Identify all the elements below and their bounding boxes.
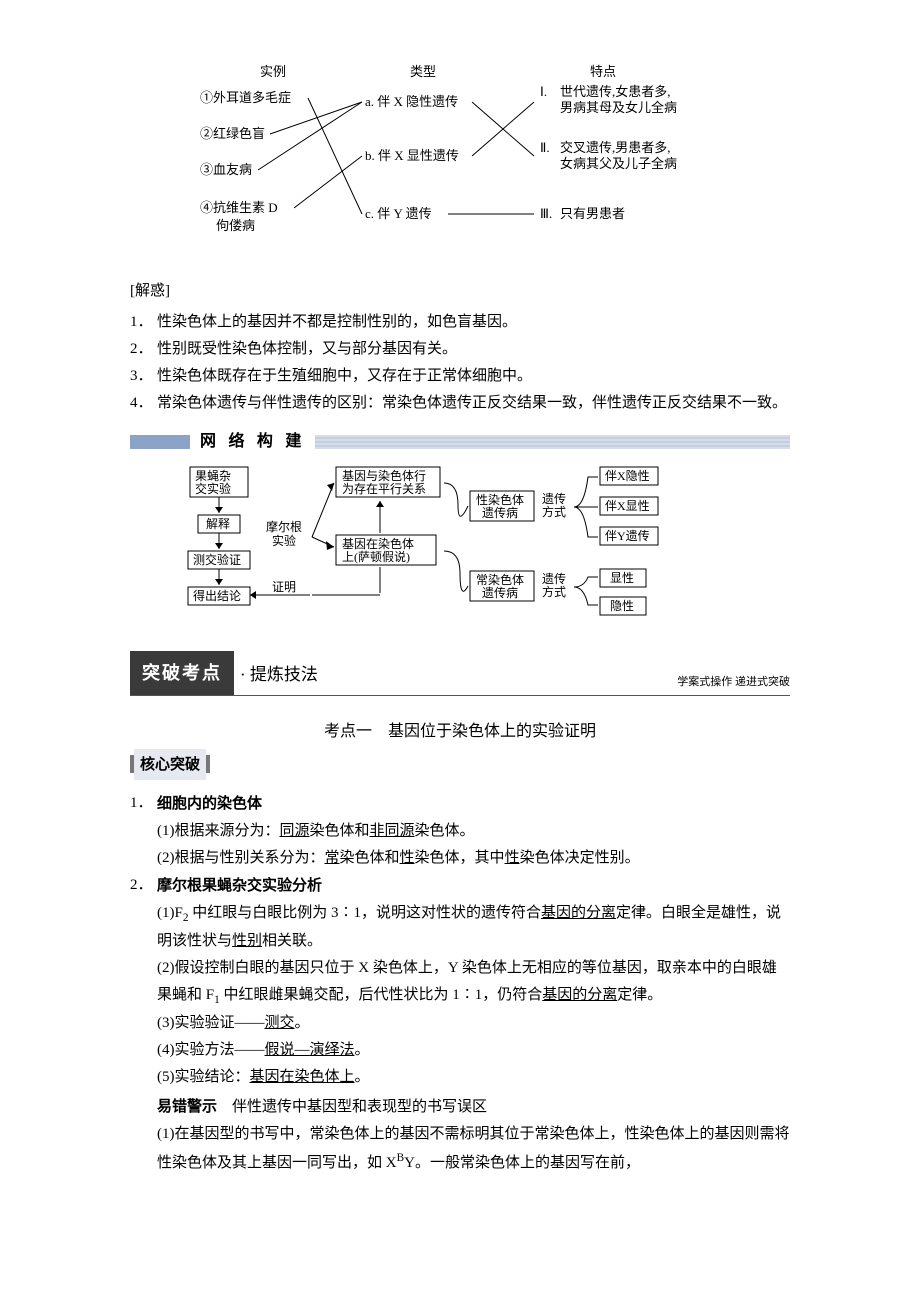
svg-text:摩尔根: 摩尔根 (266, 519, 302, 534)
d1-ex-3: ③血友病 (200, 162, 252, 177)
svg-text:显性: 显性 (610, 571, 634, 585)
svg-text:上(萨顿假说): 上(萨顿假说) (342, 549, 410, 564)
jiehu-1: 性染色体上的基因并不都是控制性别的，如色盲基因。 (157, 309, 790, 336)
svg-text:实验: 实验 (272, 533, 296, 548)
svg-text:解释: 解释 (206, 517, 230, 531)
svg-text:遗传: 遗传 (542, 491, 566, 506)
svg-text:证明: 证明 (272, 580, 296, 594)
svg-text:方式: 方式 (542, 584, 566, 599)
jiehu-list: 1．性染色体上的基因并不都是控制性别的，如色盲基因。 2．性别既受性染色体控制，… (130, 309, 790, 417)
svg-text:方式: 方式 (542, 504, 566, 519)
yicuo-block: 易错警示 伴性遗传中基因型和表现型的书写误区 (1)在基因型的书写中，常染色体上… (130, 1093, 790, 1177)
yicuo-1: (1)在基因型的书写中，常染色体上的基因不需标明其位于常染色体上，性染色体上的基… (157, 1121, 790, 1177)
svg-text:性染色体: 性染色体 (476, 492, 524, 507)
svg-text:遗传病: 遗传病 (482, 505, 518, 520)
p2-4: (4)实验方法——假说—演绎法。 (157, 1037, 790, 1064)
svg-text:遗传: 遗传 (542, 571, 566, 586)
p1-1: (1)根据来源分为：同源染色体和非同源染色体。 (157, 818, 790, 845)
jiehu-label: [解惑] (130, 278, 790, 305)
p2-1: (1)F2 中红眼与白眼比例为 3∶1，说明这对性状的遗传符合基因的分离定律。白… (157, 900, 790, 955)
p2-title: 摩尔根果蝇杂交实验分析 (157, 877, 322, 894)
diagram-examples-types-features: .t { font-family: "SimSun",serif; font-s… (200, 60, 720, 260)
d1-type-a: a. 伴 X 隐性遗传 (365, 94, 458, 109)
svg-text:伴X显性: 伴X显性 (605, 499, 650, 513)
d1-type-c: c. 伴 Y 遗传 (365, 206, 432, 221)
jiehu-2: 性别既受性染色体控制，又与部分基因有关。 (157, 336, 790, 363)
d1-feat-3p: Ⅲ. (540, 206, 552, 221)
dark-title: 突破考点 (130, 651, 234, 695)
p2-5: (5)实验结论：基因在染色体上。 (157, 1064, 790, 1091)
section-trail-icon (315, 435, 790, 449)
dark-right-note: 学案式操作 递进式突破 (677, 673, 790, 693)
yicuo-title: 伴性遗传中基因型和表现型的书写误区 (217, 1099, 487, 1115)
d1-feat-1b: 男病其母及女儿全病 (560, 100, 677, 115)
d1-head-1: 实例 (260, 64, 286, 79)
svg-text:常染色体: 常染色体 (476, 572, 524, 587)
p1-title: 细胞内的染色体 (157, 795, 262, 812)
d1-head-2: 类型 (410, 64, 436, 79)
content-list: 1． 细胞内的染色体 (1)根据来源分为：同源染色体和非同源染色体。 (2)根据… (130, 790, 790, 1092)
section-breakthrough: 突破考点 · 提炼技法 学案式操作 递进式突破 (130, 655, 790, 696)
jiehu-3: 性染色体既存在于生殖细胞中，又存在于正常体细胞中。 (157, 363, 790, 390)
p2-3: (3)实验验证——测交。 (157, 1010, 790, 1037)
section-network-title: 网 络 构 建 (190, 428, 315, 457)
d1-feat-1p: Ⅰ. (540, 84, 547, 99)
d1-feat-1a: 世代遗传,女患者多, (560, 84, 671, 99)
svg-text:遗传病: 遗传病 (482, 585, 518, 600)
svg-text:交实验: 交实验 (195, 481, 231, 496)
d1-head-3: 特点 (590, 64, 616, 79)
hexin-tupo: 核心突破 (130, 749, 790, 780)
diagram-network: .s { font-family:"SimSun",serif; font-si… (180, 461, 740, 631)
hxtp-label: 核心突破 (134, 749, 206, 780)
svg-text:基因在染色体: 基因在染色体 (342, 536, 414, 551)
d1-ex-4: ④抗维生素 D (200, 200, 278, 215)
svg-text:果蝇杂: 果蝇杂 (195, 469, 231, 483)
jiehu-4: 常染色体遗传与伴性遗传的区别：常染色体遗传正反交结果一致，伴性遗传正反交结果不一… (157, 390, 790, 417)
kaodian-title: 考点一 基因位于染色体上的实验证明 (130, 718, 790, 747)
d1-ex-1: ①外耳道多毛症 (200, 90, 291, 105)
svg-text:得出结论: 得出结论 (193, 588, 241, 603)
yicuo-label: 易错警示 (157, 1098, 217, 1115)
svg-text:隐性: 隐性 (610, 599, 634, 613)
svg-text:基因与染色体行: 基因与染色体行 (342, 468, 426, 483)
p1-2: (2)根据与性别关系分为：常染色体和性染色体，其中性染色体决定性别。 (157, 845, 790, 872)
d1-ex-2: ②红绿色盲 (200, 126, 265, 141)
svg-text:为存在平行关系: 为存在平行关系 (342, 482, 426, 496)
d1-feat-2a: 交叉遗传,男患者多, (560, 140, 671, 155)
d1-type-b: b. 伴 X 显性遗传 (365, 148, 459, 163)
d1-feat-2b: 女病其父及儿子全病 (560, 156, 677, 171)
svg-text:测交验证: 测交验证 (193, 552, 241, 567)
p2-2: (2)假设控制白眼的基因只位于 X 染色体上，Y 染色体上无相应的等位基因，取亲… (157, 955, 790, 1010)
section-network: 网 络 构 建 (130, 431, 790, 453)
section-lead-icon (130, 435, 190, 449)
dark-sub: · 提炼技法 (240, 660, 318, 695)
d1-feat-3a: 只有男患者 (560, 206, 625, 221)
svg-text:伴X隐性: 伴X隐性 (605, 469, 650, 483)
svg-text:伴Y遗传: 伴Y遗传 (605, 528, 650, 543)
d1-ex-4b: 佝偻病 (216, 218, 255, 233)
d1-feat-2p: Ⅱ. (540, 140, 550, 155)
